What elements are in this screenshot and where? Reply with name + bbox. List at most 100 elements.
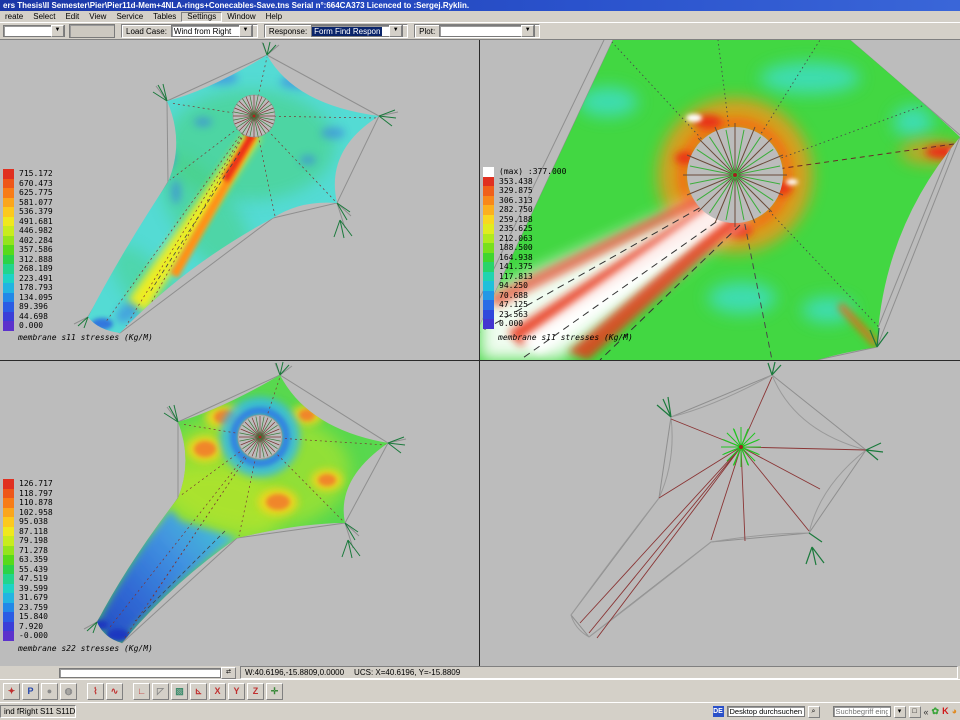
window-title: ers Thesis\II Semester\Pier\Pier11d-Mem+… <box>3 1 469 10</box>
legend-value: 39.599 <box>19 584 48 594</box>
view-axes-icon[interactable]: ⊾ <box>190 683 207 700</box>
legend-value: 268.189 <box>19 264 53 274</box>
menu-item[interactable]: Tables <box>148 12 181 22</box>
legend-value: 446.982 <box>19 226 53 236</box>
view-corner-icon[interactable]: ∟ <box>133 683 150 700</box>
legend-value: 357.586 <box>19 245 53 255</box>
view-x-icon[interactable]: X <box>209 683 226 700</box>
legend-value: 47.519 <box>19 574 48 584</box>
polyline-icon[interactable]: ⌇ <box>87 683 104 700</box>
plot-combobox[interactable]: ▼ <box>439 25 535 37</box>
viewport-top-right[interactable]: (max) :377.000 353.438 329.875 3 <box>480 40 960 360</box>
legend-row: 259.188 <box>483 215 566 225</box>
legend-swatch <box>3 188 14 198</box>
command-input[interactable] <box>59 668 221 678</box>
menu-item[interactable]: reate <box>0 12 28 22</box>
legend-row: 102.958 <box>3 508 53 518</box>
legend-row: 23.759 <box>3 603 53 613</box>
shaded-sphere-icon[interactable]: ● <box>41 683 58 700</box>
legend-swatch <box>3 302 14 312</box>
title-bar[interactable]: ers Thesis\II Semester\Pier\Pier11d-Mem+… <box>0 0 960 11</box>
legend-swatch <box>3 255 14 265</box>
legend-row: 0.000 <box>483 319 566 329</box>
legend-row: 353.438 <box>483 177 566 187</box>
legend-value: 402.284 <box>19 236 53 246</box>
wireframe-plot <box>480 361 960 666</box>
chevron-down-icon[interactable]: ▼ <box>521 25 534 37</box>
view-z-icon[interactable]: Z <box>247 683 264 700</box>
menu-item[interactable]: View <box>84 12 111 22</box>
legend-swatch <box>3 498 14 508</box>
keyword-search-input[interactable] <box>833 706 891 717</box>
legend-swatch <box>483 205 494 215</box>
menu-bar: reate Select Edit View Service Tables Se… <box>0 11 960 22</box>
tray-collapse-icon[interactable]: « <box>924 707 929 717</box>
legend-value: 670.473 <box>19 179 53 189</box>
taskbar-tray-area: DE ⌕ ▾ □ « ✿ K ◕ <box>713 706 960 718</box>
chevron-down-icon[interactable]: ▼ <box>389 25 402 37</box>
plot-title: membrane s11 stresses (Kg/M) <box>498 333 633 342</box>
menu-item[interactable]: Settings <box>181 12 222 22</box>
legend-swatch <box>3 207 14 217</box>
legend-swatch <box>483 215 494 225</box>
desktop-search-input[interactable] <box>727 706 805 717</box>
viewport-top-left[interactable]: 715.172 670.473 625.775 581.077 <box>0 40 479 360</box>
legend-value: (max) :377.000 <box>499 167 566 177</box>
legend-value: 312.888 <box>19 255 53 265</box>
wire-sphere-icon[interactable]: ◍ <box>60 683 77 700</box>
viewport-bottom-right[interactable] <box>480 361 960 666</box>
legend-swatch <box>3 217 14 227</box>
legend-swatch <box>3 236 14 246</box>
legend-value: 44.698 <box>19 312 48 322</box>
chevron-down-icon[interactable]: ▼ <box>51 25 64 37</box>
legend-swatch <box>3 584 14 594</box>
legend-value: 223.491 <box>19 274 53 284</box>
view-plane-icon[interactable]: ◸ <box>152 683 169 700</box>
chevron-down-icon[interactable]: ▼ <box>239 25 252 37</box>
view-y-icon[interactable]: Y <box>228 683 245 700</box>
menu-item[interactable]: Help <box>261 12 287 22</box>
menu-item[interactable]: Service <box>111 12 148 22</box>
selection-combobox[interactable]: ▼ <box>3 25 65 37</box>
legend-row: 581.077 <box>3 198 53 208</box>
legend-value: 70.688 <box>499 291 528 301</box>
network-globe-icon[interactable]: ◕ <box>952 707 957 716</box>
legend-swatch <box>483 186 494 196</box>
legend-swatch <box>3 565 14 575</box>
menu-item[interactable]: Window <box>222 12 260 22</box>
legend-s11: 715.172 670.473 625.775 581.077 <box>3 169 53 331</box>
response-label: Response: <box>269 27 307 36</box>
restore-icon[interactable]: □ <box>909 706 921 718</box>
entity-colors-icon[interactable]: ✦ <box>3 683 20 700</box>
legend-value: -0.000 <box>19 631 48 641</box>
legend-row: 15.840 <box>3 612 53 622</box>
response-combobox[interactable]: Form Find Respon ▼ <box>311 25 403 37</box>
legend-row: 306.313 <box>483 196 566 206</box>
language-indicator[interactable]: DE <box>713 706 724 717</box>
properties-icon[interactable]: P <box>22 683 39 700</box>
legend-swatch <box>483 272 494 282</box>
load-case-combobox[interactable]: Wind from Right ▼ <box>171 25 253 37</box>
menu-item[interactable]: Edit <box>60 12 84 22</box>
legend-row: 282.750 <box>483 205 566 215</box>
legend-row: 446.982 <box>3 226 53 236</box>
im-status-icon[interactable]: ✿ <box>932 707 940 716</box>
legend-row: 357.586 <box>3 245 53 255</box>
viewport-bottom-left[interactable]: 126.717 118.797 110.878 102.958 <box>0 361 479 666</box>
search-dropdown-icon[interactable]: ▾ <box>894 706 906 718</box>
menu-item[interactable]: Select <box>28 12 60 22</box>
legend-value: 134.095 <box>19 293 53 303</box>
legend-swatch <box>3 527 14 537</box>
search-icon[interactable]: ⌕ <box>808 706 820 718</box>
taskbar-window-button[interactable]: ind fRight S11 S11D S2... <box>0 705 76 718</box>
plot-title: membrane s22 stresses (Kg/M) <box>18 644 153 653</box>
legend-s22: 126.717 118.797 110.878 102.958 <box>3 479 53 641</box>
kaspersky-icon[interactable]: K <box>942 707 949 716</box>
spline-icon[interactable]: ∿ <box>106 683 123 700</box>
legend-row: 39.599 <box>3 584 53 594</box>
view-iso-icon[interactable]: ✛ <box>266 683 283 700</box>
command-expand-icon[interactable]: ⇄ <box>221 667 236 679</box>
view-box-icon[interactable]: ▧ <box>171 683 188 700</box>
legend-row: 23.563 <box>483 310 566 320</box>
legend-value: 353.438 <box>499 177 533 187</box>
